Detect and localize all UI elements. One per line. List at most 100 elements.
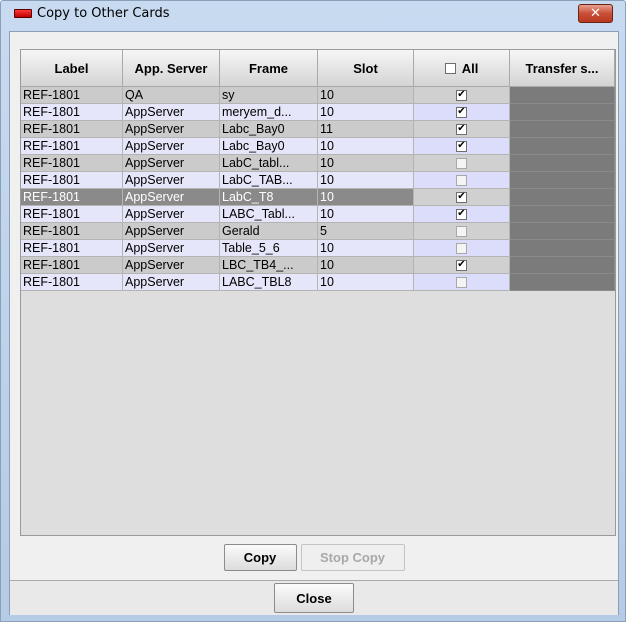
cell-slot: 10: [318, 138, 414, 155]
dialog-body: Label App. Server Frame Slot All Transfe…: [9, 31, 619, 615]
cell-transfer-status: [510, 257, 615, 274]
close-button[interactable]: Close: [274, 583, 354, 613]
cell-slot: 10: [318, 87, 414, 104]
cell-select: ✔: [414, 87, 510, 104]
cell-frame: meryem_d...: [220, 104, 318, 121]
cell-app-server: AppServer: [123, 274, 220, 291]
cell-app-server: QA: [123, 87, 220, 104]
cell-frame: LABC_TBL8: [220, 274, 318, 291]
copy-button[interactable]: Copy: [223, 543, 297, 571]
cell-label: REF-1801: [21, 257, 123, 274]
cell-transfer-status: [510, 121, 615, 138]
cell-frame: sy: [220, 87, 318, 104]
table-row[interactable]: REF-1801 AppServer LABC_TBL8 10: [21, 274, 615, 291]
row-checkbox[interactable]: ✔: [456, 140, 467, 152]
row-checkbox[interactable]: [456, 174, 467, 186]
select-all-label: All: [461, 60, 479, 76]
cell-slot: 11: [318, 121, 414, 138]
cell-select: [414, 223, 510, 240]
row-checkbox[interactable]: [456, 225, 467, 237]
cell-label: REF-1801: [21, 138, 123, 155]
cell-transfer-status: [510, 172, 615, 189]
table-row[interactable]: REF-1801 AppServer LBC_TB4_... 10 ✔: [21, 257, 615, 274]
cell-slot: 5: [318, 223, 414, 240]
cell-select: [414, 155, 510, 172]
cell-app-server: AppServer: [123, 104, 220, 121]
column-header-label[interactable]: Label: [21, 50, 123, 87]
cell-select: ✔: [414, 121, 510, 138]
cell-label: REF-1801: [21, 104, 123, 121]
cell-label: REF-1801: [21, 87, 123, 104]
cell-app-server: AppServer: [123, 155, 220, 172]
table-row[interactable]: REF-1801 AppServer meryem_d... 10 ✔: [21, 104, 615, 121]
cell-slot: 10: [318, 257, 414, 274]
table-row[interactable]: REF-1801 AppServer LabC_tabl... 10: [21, 155, 615, 172]
table-row[interactable]: REF-1801 AppServer Labc_Bay0 11 ✔: [21, 121, 615, 138]
cell-frame: Gerald: [220, 223, 318, 240]
cell-transfer-status: [510, 206, 615, 223]
table-row[interactable]: REF-1801 AppServer Table_5_6 10: [21, 240, 615, 257]
cell-app-server: AppServer: [123, 240, 220, 257]
cell-select: ✔: [414, 104, 510, 121]
cell-slot: 10: [318, 189, 414, 206]
table-row[interactable]: REF-1801 AppServer Labc_Bay0 10 ✔: [21, 138, 615, 155]
cell-transfer-status: [510, 274, 615, 291]
column-header-frame[interactable]: Frame: [220, 50, 318, 87]
window-close-button[interactable]: ✕: [578, 4, 613, 23]
cell-slot: 10: [318, 240, 414, 257]
table-row[interactable]: REF-1801 AppServer LabC_TAB... 10: [21, 172, 615, 189]
cell-transfer-status: [510, 189, 615, 206]
cell-label: REF-1801: [21, 223, 123, 240]
row-checkbox[interactable]: ✔: [456, 123, 467, 135]
table-row[interactable]: REF-1801 AppServer LABC_Tabl... 10 ✔: [21, 206, 615, 223]
cell-frame: Labc_Bay0: [220, 138, 318, 155]
cell-select: ✔: [414, 257, 510, 274]
row-checkbox[interactable]: ✔: [456, 191, 467, 203]
row-checkbox[interactable]: ✔: [456, 89, 467, 101]
table-row[interactable]: REF-1801 QA sy 10 ✔: [21, 87, 615, 104]
row-checkbox[interactable]: [456, 157, 467, 169]
dialog-window: Copy to Other Cards ✕ Label App. Server …: [0, 0, 626, 622]
cell-label: REF-1801: [21, 189, 123, 206]
cell-transfer-status: [510, 138, 615, 155]
column-header-slot[interactable]: Slot: [318, 50, 414, 87]
close-icon: ✕: [590, 6, 601, 21]
cell-transfer-status: [510, 87, 615, 104]
row-checkbox[interactable]: ✔: [456, 106, 467, 118]
table-body: REF-1801 QA sy 10 ✔ REF-1801 AppServer meryem_d…: [21, 87, 615, 291]
cell-label: REF-1801: [21, 206, 123, 223]
cell-slot: 10: [318, 172, 414, 189]
select-all-checkbox[interactable]: [444, 62, 456, 74]
column-header-transfer-status[interactable]: Transfer s...: [510, 50, 615, 87]
close-bar: Close: [10, 580, 618, 615]
cell-frame: LabC_tabl...: [220, 155, 318, 172]
cell-select: ✔: [414, 189, 510, 206]
action-bar: Copy Stop Copy: [10, 540, 618, 574]
app-icon: [14, 8, 32, 18]
cell-transfer-status: [510, 104, 615, 121]
cell-transfer-status: [510, 223, 615, 240]
cell-app-server: AppServer: [123, 189, 220, 206]
row-checkbox[interactable]: [456, 276, 467, 288]
cards-table: Label App. Server Frame Slot All Transfe…: [20, 49, 616, 536]
cell-app-server: AppServer: [123, 223, 220, 240]
cell-select: [414, 172, 510, 189]
cell-label: REF-1801: [21, 121, 123, 138]
cell-frame: LabC_TAB...: [220, 172, 318, 189]
cell-select: [414, 274, 510, 291]
column-header-app-server[interactable]: App. Server: [123, 50, 220, 87]
cell-frame: Labc_Bay0: [220, 121, 318, 138]
table-row[interactable]: REF-1801 AppServer LabC_T8 10 ✔: [21, 189, 615, 206]
window-title: Copy to Other Cards: [37, 5, 170, 21]
row-checkbox[interactable]: ✔: [456, 208, 467, 220]
cell-label: REF-1801: [21, 155, 123, 172]
cell-label: REF-1801: [21, 240, 123, 257]
table-row[interactable]: REF-1801 AppServer Gerald 5: [21, 223, 615, 240]
cell-slot: 10: [318, 274, 414, 291]
column-header-all[interactable]: All: [414, 50, 510, 87]
cell-frame: LABC_Tabl...: [220, 206, 318, 223]
row-checkbox[interactable]: ✔: [456, 259, 467, 271]
row-checkbox[interactable]: [456, 242, 467, 254]
title-bar[interactable]: Copy to Other Cards ✕: [1, 1, 625, 25]
cell-label: REF-1801: [21, 172, 123, 189]
